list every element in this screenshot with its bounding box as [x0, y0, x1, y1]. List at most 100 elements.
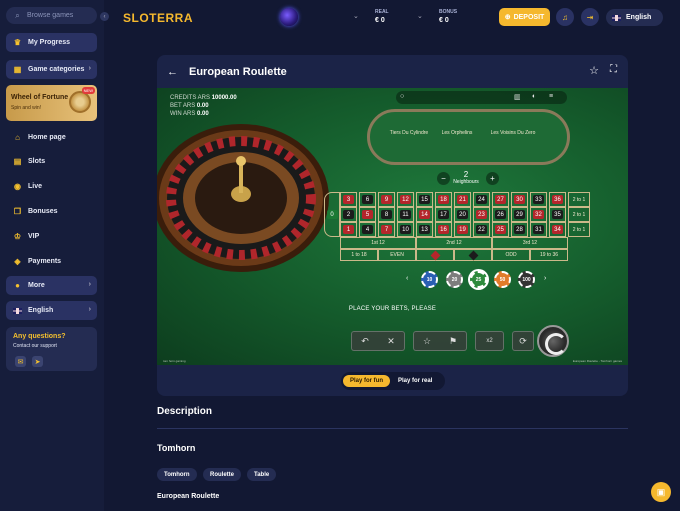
more-button[interactable]: ● More ›: [6, 276, 97, 295]
dozen-bet[interactable]: 1st 12: [340, 237, 416, 249]
menu-icon[interactable]: ≡: [549, 93, 553, 100]
number-cell[interactable]: 32: [530, 207, 547, 222]
game-categories-button[interactable]: ▦ Game categories ›: [6, 60, 97, 79]
number-cell[interactable]: 22: [473, 222, 490, 237]
number-cell[interactable]: 26: [492, 207, 509, 222]
column-bet[interactable]: 2 to 1: [568, 192, 590, 207]
neighbours-plus-button[interactable]: +: [486, 172, 499, 185]
chevron-down-icon[interactable]: ⌄: [417, 12, 423, 20]
number-cell[interactable]: 14: [416, 207, 433, 222]
number-cell[interactable]: 5: [359, 207, 376, 222]
number-cell[interactable]: 6: [359, 192, 376, 207]
bookmark-icon[interactable]: ⚑: [449, 336, 457, 347]
site-logo[interactable]: SLOTERRA: [123, 11, 193, 25]
red-bet[interactable]: [416, 249, 454, 261]
roulette-game-frame[interactable]: CREDITS ARS 10000.00 BET ARS 0.00 WIN AR…: [157, 88, 628, 365]
favorite-star-icon[interactable]: ☆: [589, 64, 599, 77]
back-arrow-icon[interactable]: ←: [167, 66, 178, 78]
chip-25[interactable]: 25: [470, 271, 487, 288]
undo-icon[interactable]: ↶: [361, 336, 369, 347]
number-cell[interactable]: 13: [416, 222, 433, 237]
number-cell[interactable]: 35: [549, 207, 566, 222]
tiers-bet[interactable]: Tiers Du Cylindre: [389, 130, 429, 136]
email-icon[interactable]: ✉: [15, 356, 26, 367]
chevron-right-icon[interactable]: ›: [544, 275, 546, 282]
number-cell[interactable]: 34: [549, 222, 566, 237]
sidebar-item-payments[interactable]: ◈ Payments: [6, 252, 97, 271]
number-cell[interactable]: 17: [435, 207, 452, 222]
fullscreen-icon[interactable]: ⛶: [610, 64, 617, 75]
black-bet[interactable]: [454, 249, 492, 261]
number-cell[interactable]: 27: [492, 192, 509, 207]
number-cell[interactable]: 24: [473, 192, 490, 207]
column-bet[interactable]: 2 to 1: [568, 222, 590, 237]
deposit-button[interactable]: ⊕ DEPOSIT: [499, 8, 550, 26]
number-cell[interactable]: 2: [340, 207, 357, 222]
chevron-down-icon[interactable]: ⌄: [353, 12, 359, 20]
number-cell[interactable]: 1: [340, 222, 357, 237]
stats-icon[interactable]: ▥: [514, 93, 521, 101]
notifications-bell-icon[interactable]: ♫: [556, 8, 574, 26]
number-cell[interactable]: 18: [435, 192, 452, 207]
number-cell[interactable]: 15: [416, 192, 433, 207]
tag-roulette[interactable]: Roulette: [203, 468, 241, 481]
number-cell[interactable]: 12: [397, 192, 414, 207]
number-cell[interactable]: 36: [549, 192, 566, 207]
number-cell[interactable]: 28: [511, 222, 528, 237]
wheel-of-fortune-banner[interactable]: Wheel of Fortune Spin and win! NEW: [6, 85, 97, 121]
double-button[interactable]: x2: [475, 331, 504, 351]
number-cell[interactable]: 20: [454, 207, 471, 222]
autoplay-icon[interactable]: ⟳: [512, 331, 534, 351]
number-cell[interactable]: 10: [397, 222, 414, 237]
number-cell[interactable]: 8: [378, 207, 395, 222]
play-for-fun-button[interactable]: Play for fun: [343, 375, 391, 387]
dozen-bet[interactable]: 2nd 12: [416, 237, 492, 249]
header-language-selector[interactable]: English: [606, 9, 663, 26]
toggle-icon[interactable]: ○: [400, 93, 404, 100]
language-selector[interactable]: English ›: [6, 301, 97, 320]
number-cell[interactable]: 4: [359, 222, 376, 237]
number-cell[interactable]: 31: [530, 222, 547, 237]
column-bet[interactable]: 2 to 1: [568, 207, 590, 222]
dozen-bet[interactable]: 3rd 12: [492, 237, 568, 249]
voisins-bet[interactable]: Les Voisins Du Zero: [489, 130, 537, 136]
tag-table[interactable]: Table: [247, 468, 277, 481]
tag-tomhorn[interactable]: Tomhorn: [157, 468, 197, 481]
number-cell[interactable]: 25: [492, 222, 509, 237]
clear-icon[interactable]: ✕: [387, 336, 395, 347]
chat-support-icon[interactable]: ▣: [651, 482, 671, 502]
promo-orb-icon[interactable]: [280, 8, 298, 26]
number-cell[interactable]: 29: [511, 207, 528, 222]
number-cell[interactable]: 11: [397, 207, 414, 222]
number-cell[interactable]: 21: [454, 192, 471, 207]
outside-bet[interactable]: 1 to 18: [340, 249, 378, 261]
chevron-left-icon[interactable]: ‹: [406, 275, 408, 282]
outside-bet[interactable]: 19 to 36: [530, 249, 568, 261]
telegram-icon[interactable]: ➤: [32, 356, 43, 367]
sidebar-item-live[interactable]: ◉ Live: [6, 177, 97, 196]
chip-100[interactable]: 100: [518, 271, 535, 288]
sidebar-item-home[interactable]: ⌂ Home page: [6, 128, 97, 147]
logout-icon[interactable]: ⇥: [581, 8, 599, 26]
number-cell[interactable]: 7: [378, 222, 395, 237]
orphelins-bet[interactable]: Les Orphelins: [439, 130, 475, 136]
number-cell[interactable]: 33: [530, 192, 547, 207]
outside-bet[interactable]: ODD: [492, 249, 530, 261]
play-for-real-button[interactable]: Play for real: [390, 378, 440, 384]
number-cell[interactable]: 19: [454, 222, 471, 237]
number-cell[interactable]: 3: [340, 192, 357, 207]
search-input[interactable]: ⌕ Browse games: [6, 7, 97, 24]
favorite-bets-star-icon[interactable]: ☆: [423, 336, 431, 347]
sidebar-item-bonuses[interactable]: ❒ Bonuses: [6, 202, 97, 221]
hint-bulb-icon[interactable]: ◐: [532, 93, 536, 100]
number-cell[interactable]: 30: [511, 192, 528, 207]
my-progress-button[interactable]: ♛ My Progress: [6, 33, 97, 52]
chip-20[interactable]: 20: [446, 271, 463, 288]
sidebar-item-vip[interactable]: ♔ VIP: [6, 227, 97, 246]
number-cell[interactable]: 23: [473, 207, 490, 222]
outside-bet[interactable]: EVEN: [378, 249, 416, 261]
zero-cell[interactable]: 0: [324, 192, 340, 237]
sidebar-item-slots[interactable]: ▤ Slots: [6, 152, 97, 171]
number-cell[interactable]: 16: [435, 222, 452, 237]
number-cell[interactable]: 9: [378, 192, 395, 207]
